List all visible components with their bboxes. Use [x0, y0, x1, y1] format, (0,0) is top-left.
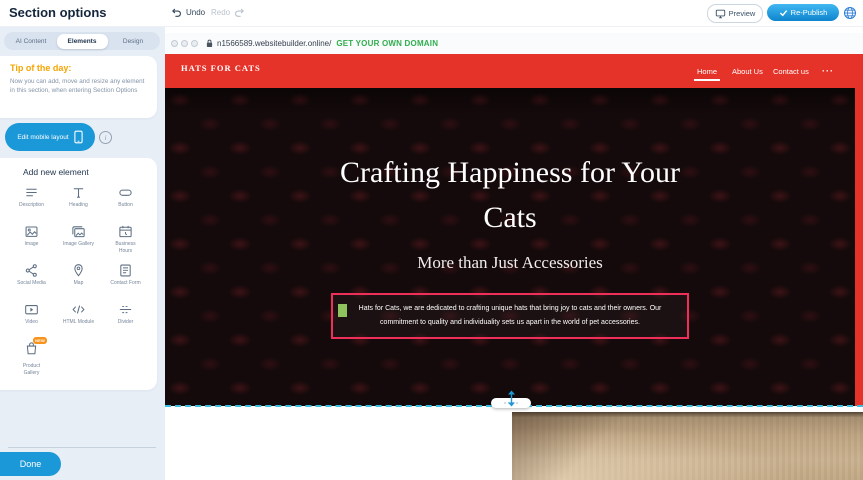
element-label: Divider: [118, 319, 134, 326]
element-label: Business Hours: [110, 241, 142, 254]
globe-icon: [843, 6, 857, 20]
site-logo[interactable]: Hats for Cats: [181, 63, 261, 73]
tip-of-the-day-card: Tip of the day: Now you can add, move an…: [0, 56, 157, 118]
edit-mobile-label: Edit mobile layout: [17, 134, 68, 141]
text-lines-icon: [24, 185, 39, 200]
video-icon: [24, 302, 39, 317]
edit-mobile-layout-button[interactable]: Edit mobile layout: [5, 123, 95, 151]
contact-form-icon: [118, 263, 133, 278]
undo-button[interactable]: Undo: [171, 7, 205, 18]
element-label: Image: [25, 241, 39, 248]
add-element-button[interactable]: Button: [102, 181, 149, 220]
undo-icon: [171, 7, 182, 18]
tab-elements[interactable]: Elements: [57, 34, 108, 49]
check-icon: [779, 9, 788, 17]
hero-description-selected[interactable]: Hats for Cats, we are dedicated to craft…: [331, 293, 689, 339]
add-element-business-hours[interactable]: Business Hours: [102, 220, 149, 259]
done-button[interactable]: Done: [0, 452, 61, 476]
website-canvas[interactable]: Hats for Cats Home About Us Contact us ·…: [165, 54, 863, 406]
tab-ai-content[interactable]: AI Content: [6, 34, 57, 49]
nav-overflow-button[interactable]: ···: [822, 54, 834, 88]
tip-body: Now you can add, move and resize any ele…: [10, 77, 150, 96]
window-dot-icon: [181, 40, 188, 47]
resize-arrows-handle[interactable]: [506, 390, 517, 412]
window-dot-icon: [191, 40, 198, 47]
monitor-icon: [715, 9, 726, 19]
add-element-map[interactable]: Map: [55, 259, 102, 298]
editor-topbar: Section options Undo Redo Preview Re-Pub…: [0, 0, 863, 27]
tip-heading: Tip of the day:: [10, 63, 71, 73]
element-label: Image Gallery: [63, 241, 94, 248]
element-label: Video: [25, 319, 38, 326]
element-label: Button: [118, 202, 132, 209]
hero-description-text: Hats for Cats, we are dedicated to craft…: [359, 305, 662, 326]
undo-label: Undo: [186, 8, 205, 17]
add-new-element-title: Add new element: [23, 167, 89, 177]
sidebar-tabs: AI Content Elements Design: [4, 32, 160, 50]
business-hours-icon: [118, 224, 133, 239]
preview-label: Preview: [729, 9, 756, 18]
info-icon[interactable]: i: [99, 131, 112, 144]
hero-heading[interactable]: Crafting Happiness for Your Cats: [340, 150, 680, 240]
element-label: Heading: [69, 202, 88, 209]
nav-about-us[interactable]: About Us: [732, 54, 763, 88]
sidebar-divider: [8, 447, 156, 448]
heading-icon: [71, 185, 86, 200]
element-label: HTML Module: [63, 319, 94, 326]
add-element-heading[interactable]: Heading: [55, 181, 102, 220]
image-gallery-icon: [71, 224, 86, 239]
divider-icon: [118, 302, 133, 317]
element-label: Contact Form: [110, 280, 140, 287]
vertical-resize-icon: [506, 390, 517, 407]
section-options-sidebar: AI Content Elements Design Tip of the da…: [0, 26, 165, 480]
redo-label: Redo: [211, 8, 230, 17]
window-dot-icon: [171, 40, 178, 47]
button-icon: [118, 185, 133, 200]
hero-section[interactable]: Crafting Happiness for Your Cats More th…: [165, 88, 855, 406]
add-new-element-panel: Add new element Description Heading Butt…: [0, 158, 157, 390]
republish-label: Re-Publish: [791, 8, 828, 17]
get-domain-link[interactable]: GET YOUR OWN DOMAIN: [336, 39, 438, 48]
nav-contact-us[interactable]: Contact us: [773, 54, 809, 88]
add-element-social-media[interactable]: Social Media: [8, 259, 55, 298]
preview-button[interactable]: Preview: [707, 4, 763, 23]
add-element-html-module[interactable]: HTML Module: [55, 298, 102, 337]
tab-design[interactable]: Design: [108, 34, 159, 49]
map-pin-icon: [71, 263, 86, 278]
element-label: Social Media: [17, 280, 46, 287]
add-element-divider[interactable]: Divider: [102, 298, 149, 337]
add-element-image-gallery[interactable]: Image Gallery: [55, 220, 102, 259]
page-title: Section options: [9, 5, 107, 20]
add-element-contact-form[interactable]: Contact Form: [102, 259, 149, 298]
phone-icon: [74, 130, 83, 144]
preview-area: n1566589.websitebuilder.online/ GET YOUR…: [165, 26, 863, 480]
next-section[interactable]: [165, 407, 863, 480]
code-icon: [71, 302, 86, 317]
site-url: n1566589.websitebuilder.online/: [217, 39, 331, 48]
element-label: Description: [19, 202, 44, 209]
element-label: Map: [74, 280, 84, 287]
add-element-description[interactable]: Description: [8, 181, 55, 220]
text-selection-handle: [338, 304, 347, 317]
redo-button[interactable]: Redo: [211, 7, 245, 18]
element-grid: Description Heading Button Image: [8, 181, 149, 376]
image-icon: [24, 224, 39, 239]
share-icon: [24, 263, 39, 278]
new-badge: NEW: [33, 337, 47, 344]
language-globe-button[interactable]: [843, 6, 857, 25]
hero-subheading[interactable]: More than Just Accessories: [165, 253, 855, 273]
add-element-image[interactable]: Image: [8, 220, 55, 259]
browser-chrome-bar: n1566589.websitebuilder.online/ GET YOUR…: [165, 33, 863, 55]
add-element-product-gallery[interactable]: NEW Product Gallery: [8, 337, 55, 376]
lock-icon: [206, 39, 213, 48]
nav-home[interactable]: Home: [697, 54, 717, 88]
republish-button[interactable]: Re-Publish: [767, 4, 839, 21]
element-label: Product Gallery: [16, 363, 48, 376]
add-element-video[interactable]: Video: [8, 298, 55, 337]
redo-icon: [234, 7, 245, 18]
next-section-image[interactable]: [512, 412, 863, 480]
